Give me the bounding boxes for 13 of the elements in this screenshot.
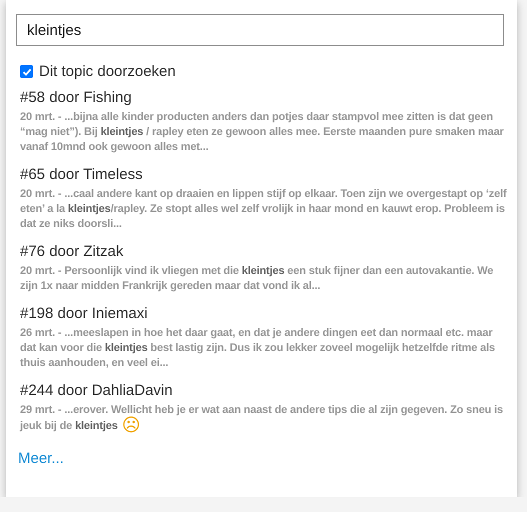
result-title-link[interactable]: #58 door Fishing [20,89,504,107]
result-title-link[interactable]: #198 door Iniemaxi [20,305,504,323]
result-snippet: 26 mrt. - ...meeslapen in hoe het daar gaat, en dat je andere dingen eet dan normaal etc. maar dat kan voor die kleintjes best lastig zijn. Dus ik zou lekker zoveel mogelijk hetzelfde ritme als thuis aanhouden, en veel ei... [20,326,496,371]
result-title-link[interactable]: #76 door Zitzak [20,243,504,261]
result-snippet: 20 mrt. - ...caal andere kant op draaien en lippen stijf op elkaar. Toen zijn we overgestapt op ‘zelf eten’ a la kleintjes/rapley. Ze stopt alles wel zelf vrolijk in haar mond en kauwt erop. Probleem is dat ze niks doorsli... [20,187,508,232]
checkbox[interactable] [20,65,33,78]
search-field[interactable]: kleintjes [16,14,504,46]
result-snippet: 20 mrt. - ...bijna alle kinder producten anders dan potjes daar stampvol mee zitten is dat geen “mag niet”). Bij kleintjes / rapley eten ze gewoon alles mee. Eerste maanden pure smaken maar vanaf 10mnd ook gewoon alles met... [20,110,505,155]
result-title-link[interactable]: #65 door Timeless [20,166,504,184]
checkbox-label: Dit topic doorzoeken [39,63,176,80]
result-title-link[interactable]: #244 door DahliaDavin [20,382,504,400]
result-snippet: 20 mrt. - Persoonlijk vind ik vliegen met die kleintjes een stuk fijner dan een autovakantie. We zijn 1x naar midden Frankrijk gereden maar dat vond ik al... [20,264,494,294]
frowning-emoji: ☹ [122,415,140,436]
